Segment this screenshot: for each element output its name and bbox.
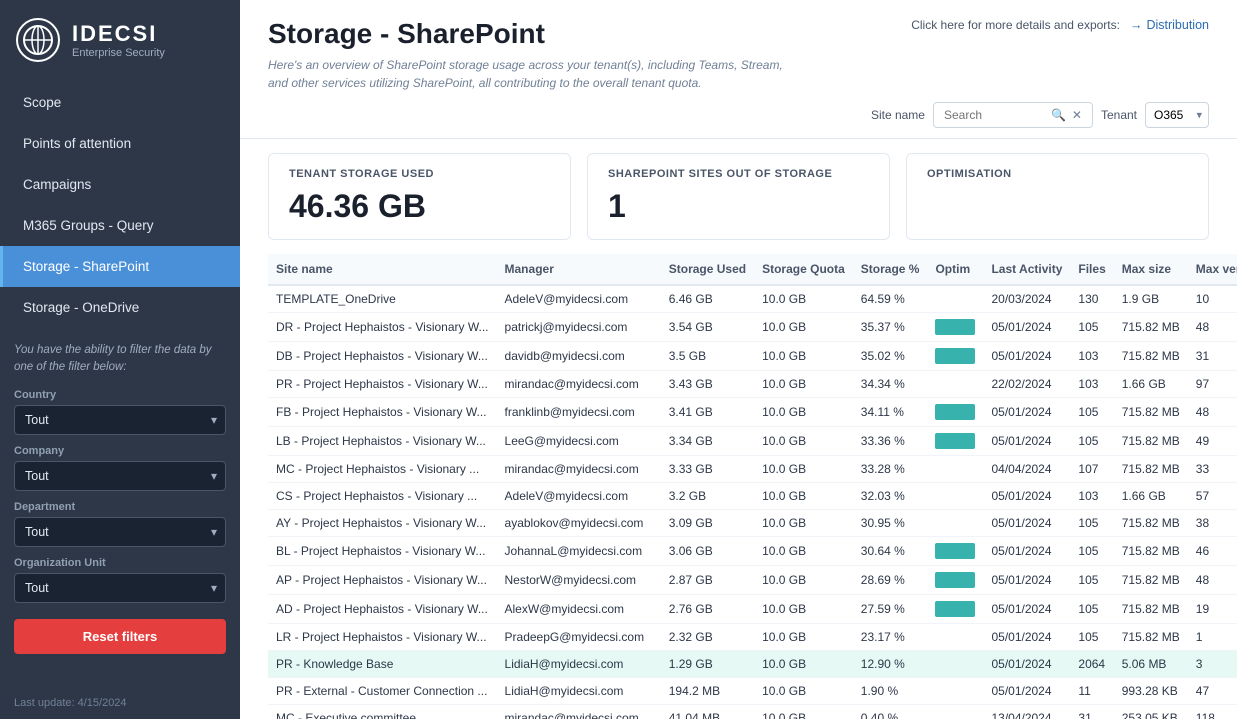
search-icon: 🔍 xyxy=(1051,108,1066,122)
distribution-label: Distribution xyxy=(1146,18,1209,32)
kpi-tenant-storage: TENANT STORAGE USED 46.36 GB xyxy=(268,153,571,240)
optim-bar xyxy=(935,319,975,335)
sidebar-item-scope[interactable]: Scope xyxy=(0,82,240,123)
search-box: 🔍 ✕ xyxy=(933,102,1093,128)
filter-orgunit-select[interactable]: Tout xyxy=(14,573,226,603)
logo-subtitle: Enterprise Security xyxy=(72,47,165,59)
filter-company-select[interactable]: Tout xyxy=(14,461,226,491)
table-row[interactable]: LR - Project Hephaistos - Visionary W...… xyxy=(268,624,1237,651)
main-header: Storage - SharePoint Click here for more… xyxy=(240,0,1237,139)
col-storage-pct[interactable]: Storage % xyxy=(853,254,928,285)
optim-bar xyxy=(935,433,975,449)
tenant-select[interactable]: O365 xyxy=(1145,102,1209,128)
kpi-sites-value: 1 xyxy=(608,188,869,225)
col-optim[interactable]: Optim xyxy=(927,254,983,285)
sidebar-item-m365[interactable]: M365 Groups - Query xyxy=(0,205,240,246)
table-row[interactable]: PR - External - Customer Connection ...L… xyxy=(268,678,1237,705)
col-storage-used[interactable]: Storage Used xyxy=(661,254,754,285)
site-name-label: Site name xyxy=(871,108,925,122)
col-max-size[interactable]: Max size xyxy=(1114,254,1188,285)
optim-bar xyxy=(935,404,975,420)
table-row[interactable]: AD - Project Hephaistos - Visionary W...… xyxy=(268,595,1237,624)
col-files[interactable]: Files xyxy=(1070,254,1113,285)
kpi-optim-label: OPTIMISATION xyxy=(927,168,1188,180)
filter-department-select[interactable]: Tout xyxy=(14,517,226,547)
arrow-right-icon: → xyxy=(1130,18,1143,32)
kpi-optimisation: OPTIMISATION xyxy=(906,153,1209,240)
filter-info: You have the ability to filter the data … xyxy=(14,342,226,377)
table-row[interactable]: MC - Project Hephaistos - Visionary ...m… xyxy=(268,456,1237,483)
reset-filters-button[interactable]: Reset filters xyxy=(14,619,226,654)
table-body: TEMPLATE_OneDriveAdeleV@myidecsi.com6.46… xyxy=(268,285,1237,719)
table-row[interactable]: TEMPLATE_OneDriveAdeleV@myidecsi.com6.46… xyxy=(268,285,1237,313)
sidebar-item-campaigns[interactable]: Campaigns xyxy=(0,164,240,205)
sidebar-item-sharepoint[interactable]: Storage - SharePoint xyxy=(0,246,240,287)
search-input[interactable] xyxy=(944,108,1045,122)
kpi-row: TENANT STORAGE USED 46.36 GB SHAREPOINT … xyxy=(240,139,1237,254)
clear-icon[interactable]: ✕ xyxy=(1072,108,1082,122)
filters-row: Site name 🔍 ✕ Tenant O365 xyxy=(268,102,1209,128)
page-subtitle: Here's an overview of SharePoint storage… xyxy=(268,56,788,92)
sidebar-footer: Last update: 4/15/2024 xyxy=(0,687,240,719)
header-right: Click here for more details and exports:… xyxy=(911,18,1209,32)
table-row[interactable]: AY - Project Hephaistos - Visionary W...… xyxy=(268,510,1237,537)
sidebar-filters: You have the ability to filter the data … xyxy=(0,328,240,662)
optim-bar xyxy=(935,601,975,617)
filter-label-department: Department xyxy=(14,501,226,513)
optim-bar xyxy=(935,348,975,364)
optim-bar xyxy=(935,572,975,588)
filter-orgunit-wrap: Tout xyxy=(14,573,226,603)
table-section: Site name Manager Storage Used Storage Q… xyxy=(240,254,1237,719)
main-content: Storage - SharePoint Click here for more… xyxy=(240,0,1237,719)
table-row[interactable]: CS - Project Hephaistos - Visionary ...A… xyxy=(268,483,1237,510)
filter-country-select[interactable]: Tout xyxy=(14,405,226,435)
last-update: Last update: 4/15/2024 xyxy=(14,697,127,709)
tenant-label: Tenant xyxy=(1101,108,1137,122)
distribution-button[interactable]: → Distribution xyxy=(1130,18,1209,32)
sidebar: IDECSI Enterprise Security Scope Points … xyxy=(0,0,240,719)
page-title: Storage - SharePoint xyxy=(268,18,545,50)
filter-label-orgunit: Organization Unit xyxy=(14,557,226,569)
kpi-sites-out: SHAREPOINT SITES OUT OF STORAGE 1 xyxy=(587,153,890,240)
optim-bar xyxy=(935,543,975,559)
tenant-dropdown-wrap: O365 xyxy=(1145,102,1209,128)
table-row[interactable]: BL - Project Hephaistos - Visionary W...… xyxy=(268,537,1237,566)
kpi-tenant-label: TENANT STORAGE USED xyxy=(289,168,550,180)
table-row[interactable]: PR - Knowledge BaseLidiaH@myidecsi.com1.… xyxy=(268,651,1237,678)
table-row[interactable]: FB - Project Hephaistos - Visionary W...… xyxy=(268,398,1237,427)
table-row[interactable]: PR - Project Hephaistos - Visionary W...… xyxy=(268,371,1237,398)
sidebar-item-onedrive[interactable]: Storage - OneDrive xyxy=(0,287,240,328)
click-more-text: Click here for more details and exports: xyxy=(911,18,1120,32)
kpi-sites-label: SHAREPOINT SITES OUT OF STORAGE xyxy=(608,168,869,180)
table-row[interactable]: MC - Executive committeemirandac@myidecs… xyxy=(268,705,1237,719)
logo-icon xyxy=(16,18,60,62)
table-row[interactable]: DR - Project Hephaistos - Visionary W...… xyxy=(268,313,1237,342)
filter-label-country: Country xyxy=(14,389,226,401)
col-max-version[interactable]: Max version xyxy=(1188,254,1237,285)
header-top: Storage - SharePoint Click here for more… xyxy=(268,18,1209,50)
sidebar-nav: Scope Points of attention Campaigns M365… xyxy=(0,82,240,328)
table-row[interactable]: AP - Project Hephaistos - Visionary W...… xyxy=(268,566,1237,595)
table-row[interactable]: LB - Project Hephaistos - Visionary W...… xyxy=(268,427,1237,456)
kpi-tenant-value: 46.36 GB xyxy=(289,188,550,225)
col-storage-quota[interactable]: Storage Quota xyxy=(754,254,853,285)
filter-department-wrap: Tout xyxy=(14,517,226,547)
filter-company-wrap: Tout xyxy=(14,461,226,491)
table-row[interactable]: DB - Project Hephaistos - Visionary W...… xyxy=(268,342,1237,371)
logo-title: IDECSI xyxy=(72,21,165,47)
filter-label-company: Company xyxy=(14,445,226,457)
logo: IDECSI Enterprise Security xyxy=(0,0,240,72)
col-manager[interactable]: Manager xyxy=(497,254,661,285)
logo-text: IDECSI Enterprise Security xyxy=(72,21,165,59)
col-last-activity[interactable]: Last Activity xyxy=(983,254,1070,285)
table-header: Site name Manager Storage Used Storage Q… xyxy=(268,254,1237,285)
filter-country-wrap: Tout xyxy=(14,405,226,435)
col-site-name[interactable]: Site name xyxy=(268,254,497,285)
sidebar-item-points[interactable]: Points of attention xyxy=(0,123,240,164)
data-table: Site name Manager Storage Used Storage Q… xyxy=(268,254,1237,719)
